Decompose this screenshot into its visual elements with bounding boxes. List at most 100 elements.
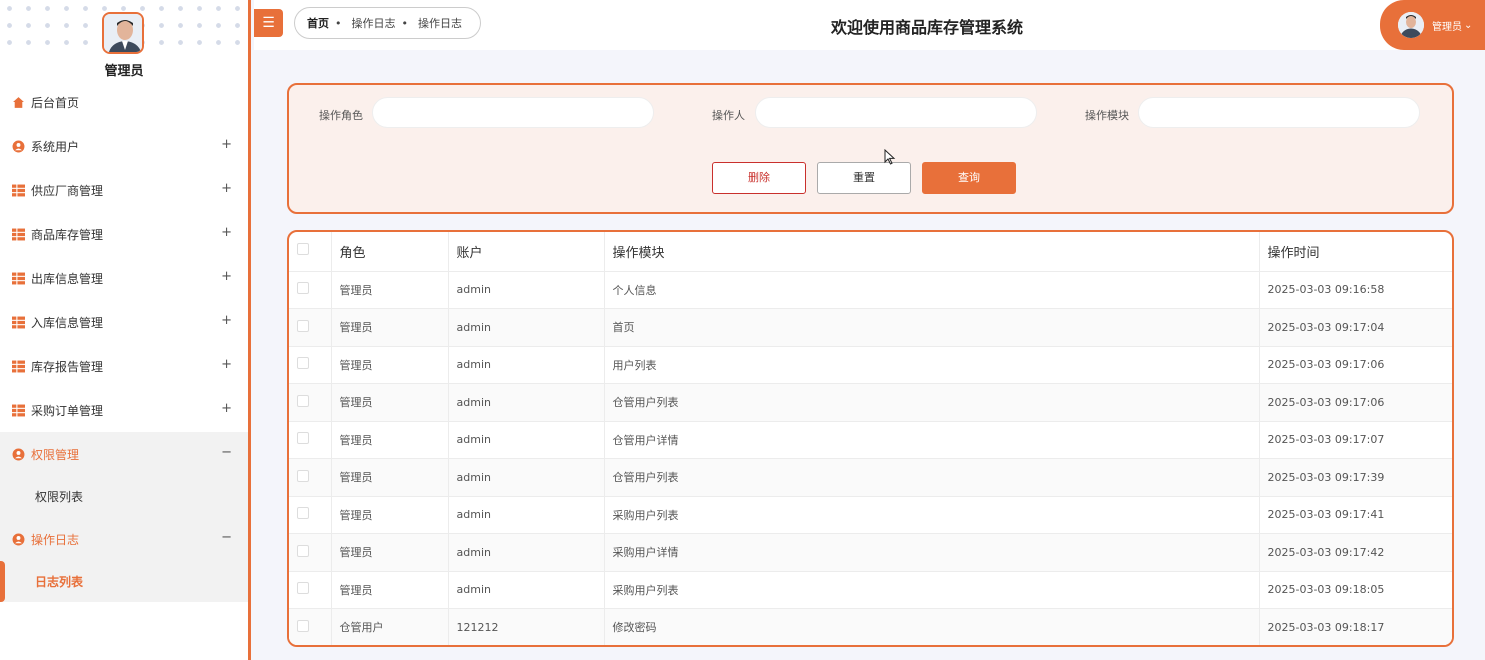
table-row[interactable]: 管理员 admin 仓管用户列表 2025-03-03 09:17:06 bbox=[289, 383, 1452, 422]
admin-avatar bbox=[102, 12, 144, 54]
table-row[interactable]: 管理员 admin 仓管用户详情 2025-03-03 09:17:07 bbox=[289, 421, 1452, 459]
query-button[interactable]: 查询 bbox=[922, 162, 1016, 194]
row-checkbox[interactable] bbox=[297, 619, 309, 632]
select-all-checkbox[interactable] bbox=[297, 243, 309, 256]
row-select-cell bbox=[289, 271, 332, 309]
module-input[interactable] bbox=[1138, 97, 1420, 128]
search-panel: 操作角色 操作人 操作模块 删除 重置 查询 bbox=[287, 83, 1454, 214]
table-row[interactable]: 管理员 admin 采购用户列表 2025-03-03 09:17:41 bbox=[289, 496, 1452, 534]
sidebar-item-inventory[interactable]: 商品库存管理 + bbox=[0, 212, 248, 256]
table-cell: 2025-03-03 09:18:17 bbox=[1259, 608, 1452, 645]
table-cell: 管理员 bbox=[331, 271, 449, 309]
table-cell: 仓管用户 bbox=[331, 608, 449, 645]
mouse-cursor-icon bbox=[884, 149, 896, 165]
table-cell: 修改密码 bbox=[604, 608, 1260, 645]
sidebar-menu: 后台首页 系统用户 + 供应厂商管理 + 商品库存管理 + 出库信息管理 + 入… bbox=[0, 80, 248, 602]
user-name: 管理员 bbox=[1432, 21, 1462, 33]
user-menu[interactable]: 管理员 ⌄ bbox=[1380, 0, 1485, 50]
expand-icon[interactable]: + bbox=[221, 401, 232, 416]
sidebar-item-stock-report[interactable]: 库存报告管理 + bbox=[0, 344, 248, 388]
expand-icon[interactable]: + bbox=[221, 181, 232, 196]
sidebar-subitem-log-list[interactable]: 日志列表 bbox=[0, 561, 248, 602]
table-row[interactable]: 管理员 admin 用户列表 2025-03-03 09:17:06 bbox=[289, 346, 1452, 384]
expand-icon[interactable]: + bbox=[221, 313, 232, 328]
table-cell: admin bbox=[448, 533, 605, 572]
row-select-cell bbox=[289, 496, 332, 534]
expand-icon[interactable]: + bbox=[221, 269, 232, 284]
table-row[interactable]: 管理员 admin 采购用户详情 2025-03-03 09:17:42 bbox=[289, 533, 1452, 572]
sidebar-item-system-users[interactable]: 系统用户 + bbox=[0, 124, 248, 168]
sidebar-item-home[interactable]: 后台首页 bbox=[0, 80, 248, 124]
table-cell: 仓管用户详情 bbox=[604, 421, 1260, 459]
sidebar-item-label: 权限管理 bbox=[31, 447, 80, 462]
table-row[interactable]: 管理员 admin 仓管用户列表 2025-03-03 09:17:39 bbox=[289, 458, 1452, 497]
row-checkbox[interactable] bbox=[297, 469, 309, 482]
table-cell: admin bbox=[448, 496, 605, 534]
user-icon bbox=[12, 533, 25, 545]
table-cell: 管理员 bbox=[331, 571, 449, 609]
row-checkbox[interactable] bbox=[297, 394, 309, 407]
table-cell: admin bbox=[448, 571, 605, 609]
table-cell: 2025-03-03 09:17:07 bbox=[1259, 421, 1452, 459]
table-cell: admin bbox=[448, 271, 605, 309]
table-row[interactable]: 管理员 admin 采购用户列表 2025-03-03 09:18:05 bbox=[289, 571, 1452, 609]
table-row[interactable]: 管理员 admin 首页 2025-03-03 09:17:04 bbox=[289, 308, 1452, 347]
row-select-cell bbox=[289, 571, 332, 609]
user-icon bbox=[12, 448, 25, 460]
row-checkbox[interactable] bbox=[297, 582, 309, 595]
table-cell: 仓管用户列表 bbox=[604, 383, 1260, 422]
column-header[interactable]: 操作模块 bbox=[604, 232, 1260, 272]
reset-button[interactable]: 重置 bbox=[817, 162, 911, 194]
expand-icon[interactable]: + bbox=[221, 357, 232, 372]
sidebar-item-purchase-orders[interactable]: 采购订单管理 + bbox=[0, 388, 248, 432]
role-input[interactable] bbox=[372, 97, 654, 128]
sidebar-item-inbound[interactable]: 入库信息管理 + bbox=[0, 300, 248, 344]
table-row[interactable]: 仓管用户 121212 修改密码 2025-03-03 09:18:17 bbox=[289, 608, 1452, 645]
sidebar-item-outbound[interactable]: 出库信息管理 + bbox=[0, 256, 248, 300]
delete-button[interactable]: 删除 bbox=[712, 162, 806, 194]
row-checkbox[interactable] bbox=[297, 544, 309, 557]
table-cell: 121212 bbox=[448, 608, 605, 645]
grid-icon bbox=[12, 316, 25, 328]
sidebar-item-operation-log[interactable]: 操作日志 − bbox=[0, 517, 248, 561]
sidebar-item-label: 后台首页 bbox=[31, 95, 80, 110]
table-cell: 管理员 bbox=[331, 346, 449, 384]
table-cell: admin bbox=[448, 346, 605, 384]
table-cell: 管理员 bbox=[331, 458, 449, 497]
sidebar-item-label: 供应厂商管理 bbox=[31, 183, 104, 198]
sidebar-item-suppliers[interactable]: 供应厂商管理 + bbox=[0, 168, 248, 212]
table-cell: 管理员 bbox=[331, 496, 449, 534]
row-checkbox[interactable] bbox=[297, 319, 309, 332]
row-select-cell bbox=[289, 608, 332, 645]
log-table-panel: 角色 账户 操作模块 操作时间 管理员 admin 个人信息 2025-03-03 0… bbox=[287, 230, 1454, 647]
sidebar-item-label: 商品库存管理 bbox=[31, 227, 104, 242]
row-checkbox[interactable] bbox=[297, 282, 309, 295]
collapse-icon[interactable]: − bbox=[221, 530, 232, 545]
row-checkbox[interactable] bbox=[297, 507, 309, 520]
table-cell: 采购用户列表 bbox=[604, 496, 1260, 534]
page-title: 欢迎使用商品库存管理系统 bbox=[830, 18, 1023, 37]
column-header[interactable]: 角色 bbox=[331, 232, 449, 272]
sidebar-item-label: 权限列表 bbox=[35, 490, 84, 504]
sidebar-item-label: 日志列表 bbox=[35, 575, 84, 589]
grid-icon bbox=[12, 360, 25, 372]
table-cell: 采购用户列表 bbox=[604, 571, 1260, 609]
sidebar-item-label: 入库信息管理 bbox=[31, 315, 104, 330]
table-row[interactable]: 管理员 admin 个人信息 2025-03-03 09:16:58 bbox=[289, 271, 1452, 309]
row-checkbox[interactable] bbox=[297, 357, 309, 370]
sidebar-subitem-permission-list[interactable]: 权限列表 bbox=[0, 476, 248, 517]
sidebar-item-label: 系统用户 bbox=[31, 139, 80, 154]
column-header[interactable]: 操作时间 bbox=[1259, 232, 1452, 272]
chevron-down-icon: ⌄ bbox=[1464, 19, 1473, 31]
expand-icon[interactable]: + bbox=[221, 137, 232, 152]
row-select-cell bbox=[289, 346, 332, 384]
operator-input[interactable] bbox=[755, 97, 1037, 128]
row-checkbox[interactable] bbox=[297, 432, 309, 445]
table-cell: 个人信息 bbox=[604, 271, 1260, 309]
collapse-icon[interactable]: − bbox=[221, 445, 232, 460]
table-cell: 仓管用户列表 bbox=[604, 458, 1260, 497]
expand-icon[interactable]: + bbox=[221, 225, 232, 240]
table-cell: 管理员 bbox=[331, 383, 449, 422]
sidebar-item-permissions[interactable]: 权限管理 − bbox=[0, 432, 248, 476]
column-header[interactable]: 账户 bbox=[448, 232, 605, 272]
